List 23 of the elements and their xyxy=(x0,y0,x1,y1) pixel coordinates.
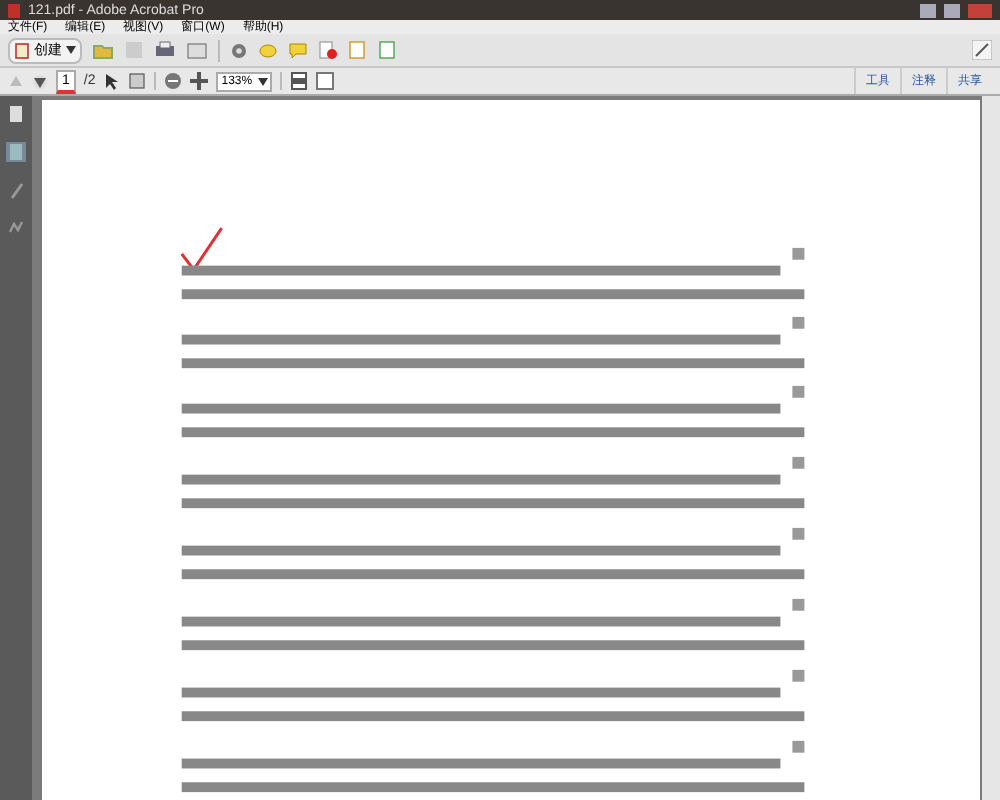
document-icon[interactable] xyxy=(318,40,338,60)
folder-icon[interactable] xyxy=(92,40,114,60)
print-icon[interactable] xyxy=(154,40,176,60)
full-screen-icon[interactable] xyxy=(316,72,335,90)
pages-icon[interactable] xyxy=(6,104,26,124)
scrollbar[interactable] xyxy=(982,96,1000,800)
up-arrow-icon[interactable] xyxy=(8,73,24,89)
fit-page-icon[interactable] xyxy=(290,72,309,90)
minimize-icon[interactable] xyxy=(920,3,936,17)
maximize-icon[interactable] xyxy=(944,3,960,17)
bookmark-icon[interactable] xyxy=(6,142,26,162)
close-icon[interactable] xyxy=(968,3,992,17)
zoom-in-icon[interactable] xyxy=(189,72,208,90)
settings-icon[interactable] xyxy=(230,41,248,59)
app-icon xyxy=(8,3,20,17)
comment-icon[interactable] xyxy=(258,41,278,59)
zoom-out-icon[interactable] xyxy=(163,72,182,90)
down-arrow-icon[interactable] xyxy=(32,73,48,89)
cursor-icon[interactable] xyxy=(103,72,120,90)
caret-icon xyxy=(258,77,269,85)
note-icon[interactable] xyxy=(288,41,308,59)
caret-icon xyxy=(66,46,76,54)
document-icon xyxy=(14,41,30,59)
